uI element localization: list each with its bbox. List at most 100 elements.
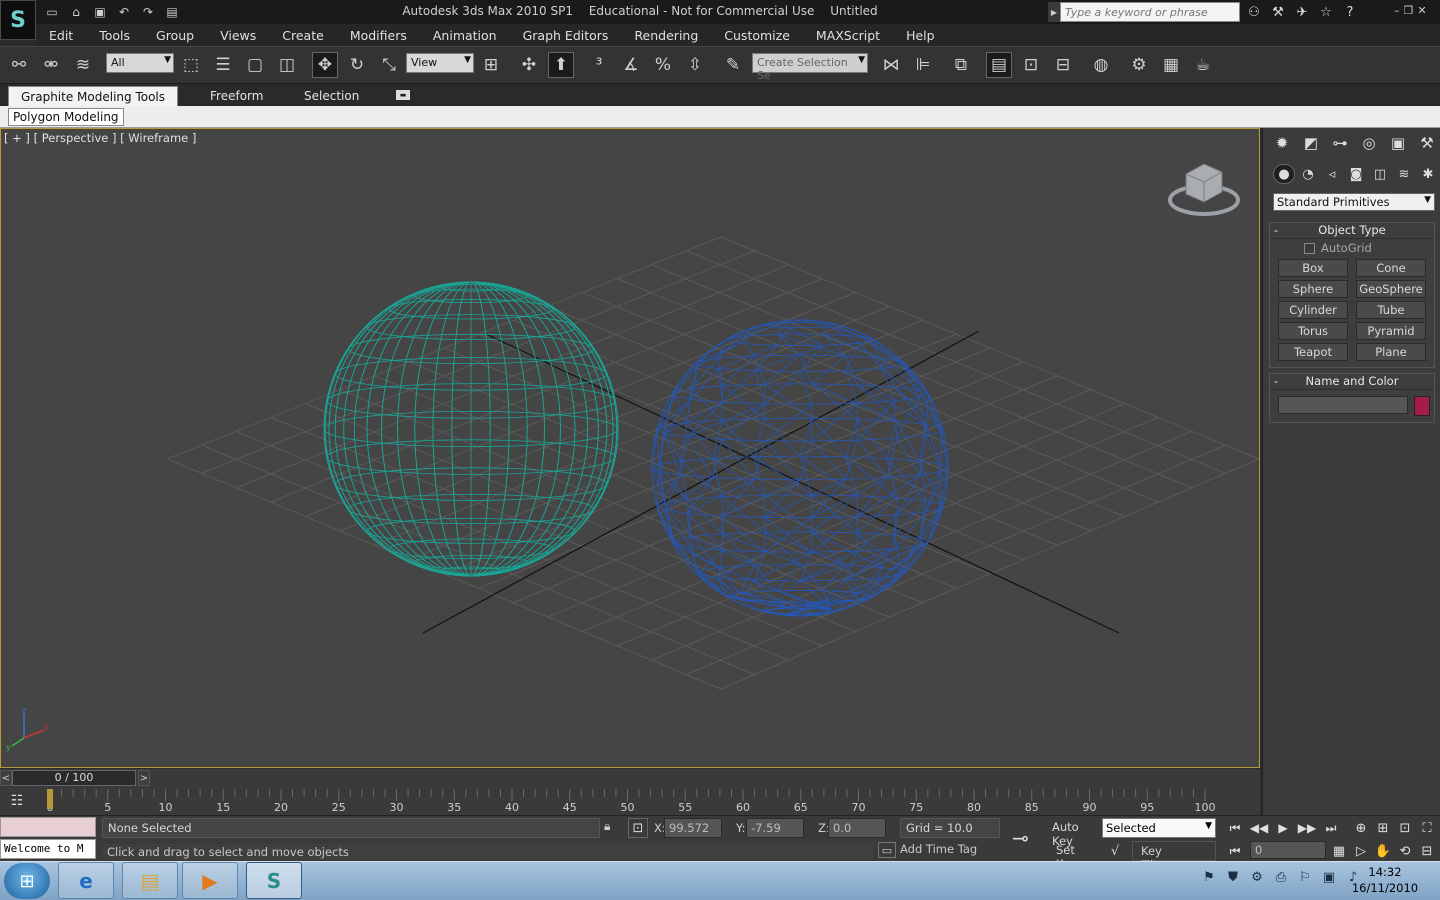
teapot-button[interactable]: Teapot <box>1278 343 1348 361</box>
next-frame-icon[interactable]: > <box>138 770 150 786</box>
collapse-icon[interactable]: - <box>1274 374 1278 388</box>
zoom-extents-all-icon[interactable]: ⛶ <box>1416 818 1438 838</box>
selection-lock-icon[interactable]: 🔒︎ <box>604 819 620 837</box>
pan-view-icon[interactable]: ✋ <box>1372 841 1394 861</box>
open-mini-curve-editor-icon[interactable]: ☷ <box>6 792 28 810</box>
menu-help[interactable]: Help <box>893 28 948 43</box>
key-filters-button[interactable]: Key Filters... <box>1132 841 1216 872</box>
x-coordinate-field[interactable]: 99.572 <box>664 818 722 838</box>
action-center-icon[interactable]: ⚐ <box>1296 868 1314 886</box>
absolute-mode-transform-icon[interactable]: ⊡ <box>628 818 648 838</box>
network-icon[interactable]: ▣ <box>1320 868 1338 886</box>
current-frame-field[interactable]: 0 <box>1250 841 1326 859</box>
minimize-icon[interactable]: – <box>1394 4 1400 17</box>
time-tag-icon[interactable]: ▭ <box>878 842 896 858</box>
selection-filter-dropdown[interactable]: All ▼ <box>106 53 174 73</box>
window-crossing-icon[interactable]: ◫ <box>274 52 300 78</box>
systems-category-icon[interactable]: ✱ <box>1417 164 1439 184</box>
maximize-viewport-icon[interactable]: ⊟ <box>1416 841 1438 861</box>
tab-freeform[interactable]: Freeform <box>198 86 275 106</box>
snaps-toggle-icon[interactable]: ³ <box>586 52 612 78</box>
lights-category-icon[interactable]: ◃ <box>1321 164 1343 184</box>
select-and-move-icon[interactable]: ✥ <box>312 52 338 78</box>
auto-key-button[interactable]: Auto Key <box>1050 818 1098 848</box>
geosphere-button[interactable]: GeoSphere <box>1356 280 1426 298</box>
current-frame-marker[interactable] <box>47 789 53 809</box>
helpers-category-icon[interactable]: ◫ <box>1369 164 1391 184</box>
region-zoom-icon[interactable]: ▷ <box>1350 841 1372 861</box>
object-color-swatch[interactable] <box>1414 396 1430 416</box>
start-button[interactable]: ⊞ <box>4 863 50 899</box>
graphite-modeling-tools-icon[interactable]: ▤ <box>986 52 1012 78</box>
align-icon[interactable]: ⊫ <box>910 52 936 78</box>
primitive-type-dropdown[interactable]: Standard Primitives ▼ <box>1273 193 1435 211</box>
angle-snap-icon[interactable]: ∡ <box>618 52 644 78</box>
geometry-category-icon[interactable]: ● <box>1273 164 1295 184</box>
zoom-extents-icon[interactable]: ⊡ <box>1394 818 1416 838</box>
redo-icon[interactable]: ↷ <box>138 3 158 21</box>
select-by-name-icon[interactable]: ☰ <box>210 52 236 78</box>
save-icon[interactable]: ▣ <box>90 3 110 21</box>
subscription-icon[interactable]: ⚒ <box>1268 3 1288 21</box>
plane-button[interactable]: Plane <box>1356 343 1426 361</box>
bind-to-space-warp-icon[interactable]: ≋ <box>70 52 96 78</box>
checkbox-box[interactable] <box>1304 242 1315 254</box>
spinner-snap-icon[interactable]: ⇳ <box>682 52 708 78</box>
help-icon[interactable]: ? <box>1340 3 1360 21</box>
application-button[interactable]: S <box>0 0 36 40</box>
go-to-end-icon[interactable]: ⏭ <box>1320 818 1342 838</box>
restore-icon[interactable]: ❐ <box>1404 4 1414 17</box>
select-and-scale-icon[interactable]: ⤡ <box>376 52 402 78</box>
menu-rendering[interactable]: Rendering <box>621 28 711 43</box>
object-name-input[interactable] <box>1278 396 1408 414</box>
viewcube[interactable] <box>1166 156 1242 222</box>
shapes-category-icon[interactable]: ◔ <box>1297 164 1319 184</box>
flash-update-icon[interactable]: ⚑ <box>1200 868 1218 886</box>
communication-icon[interactable]: ✈ <box>1292 3 1312 21</box>
undo-icon[interactable]: ↶ <box>114 3 134 21</box>
favorites-star-icon[interactable]: ☆ <box>1316 3 1336 21</box>
menu-graph-editors[interactable]: Graph Editors <box>510 28 622 43</box>
orbit-icon[interactable]: ⟲ <box>1394 841 1416 861</box>
curve-editor-icon[interactable]: ⊡ <box>1018 52 1044 78</box>
go-to-start-icon[interactable]: ⏮ <box>1224 818 1246 838</box>
time-slider-thumb[interactable]: 0 / 100 <box>12 770 136 786</box>
zoom-all-icon[interactable]: ⊞ <box>1372 818 1394 838</box>
search-input[interactable]: Type a keyword or phrase <box>1060 2 1240 22</box>
menu-maxscript[interactable]: MAXScript <box>803 28 893 43</box>
viewport-label[interactable]: [ + ] [ Perspective ] [ Wireframe ] <box>4 131 196 145</box>
set-key-button[interactable]: Set Key <box>1050 841 1098 871</box>
reference-coordinate-dropdown[interactable]: View ▼ <box>406 53 474 73</box>
display-tab-icon[interactable]: ▣ <box>1385 132 1411 154</box>
rectangular-selection-icon[interactable]: ▢ <box>242 52 268 78</box>
autogrid-checkbox[interactable]: AutoGrid <box>1270 239 1434 255</box>
select-and-rotate-icon[interactable]: ↻ <box>344 52 370 78</box>
previous-frame-icon[interactable]: < <box>0 770 12 786</box>
tube-button[interactable]: Tube <box>1356 301 1426 319</box>
cameras-category-icon[interactable]: ◙ <box>1345 164 1367 184</box>
search-expand-icon[interactable]: ▶ <box>1048 2 1060 22</box>
collapse-icon[interactable]: - <box>1274 223 1278 237</box>
close-icon[interactable]: ✕ <box>1417 4 1426 17</box>
manipulate-icon[interactable]: ✣ <box>516 52 542 78</box>
field-of-view-icon[interactable]: ▦ <box>1328 841 1350 861</box>
box-button[interactable]: Box <box>1278 259 1348 277</box>
security-shield-icon[interactable]: ⛊ <box>1224 868 1242 886</box>
binoculars-icon[interactable]: ⚇ <box>1244 3 1264 21</box>
add-time-tag-button[interactable]: Add Time Tag <box>900 842 977 856</box>
maxscript-mini-listener[interactable]: Welcome to M <box>0 839 96 859</box>
space-warps-category-icon[interactable]: ≋ <box>1393 164 1415 184</box>
edit-named-selection-icon[interactable]: ✎ <box>720 52 746 78</box>
z-coordinate-field[interactable]: 0.0 <box>828 818 886 838</box>
default-in-out-tangents-icon[interactable]: √ <box>1102 841 1128 861</box>
pivot-center-icon[interactable]: ⊞ <box>478 52 504 78</box>
y-coordinate-field[interactable]: -7.59 <box>746 818 804 838</box>
key-mode-dropdown[interactable]: Selected ▼ <box>1102 818 1216 838</box>
render-setup-icon[interactable]: ⚙ <box>1126 52 1152 78</box>
menu-edit[interactable]: Edit <box>36 28 86 43</box>
keyboard-shortcut-override-icon[interactable]: ⬆ <box>548 52 574 78</box>
previous-key-icon[interactable]: ◀◀ <box>1248 818 1270 838</box>
layer-manager-icon[interactable]: ⧉ <box>948 52 974 78</box>
material-editor-icon[interactable]: ◍ <box>1088 52 1114 78</box>
percent-snap-icon[interactable]: % <box>650 52 676 78</box>
